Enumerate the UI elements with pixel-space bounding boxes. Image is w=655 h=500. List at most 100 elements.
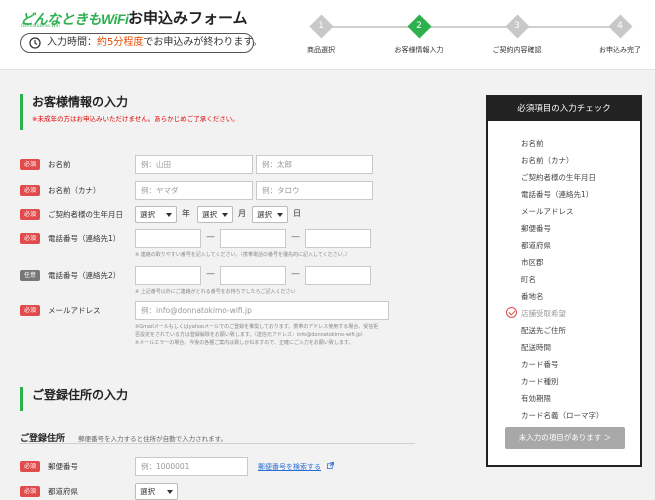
time-suffix: でお申込みが終わります。 <box>143 37 263 48</box>
email-note-3: ※メールエラーの場合、今後の各種ご案内は致しかねますので、正確にご入力をお願い致… <box>135 340 354 346</box>
required-badge: 必須 <box>20 461 40 472</box>
checklist-item[interactable]: メールアドレス <box>506 206 640 223</box>
checklist-item-label: カード名義（ローマ字） <box>521 411 604 420</box>
last-name-input[interactable]: 例：山田 <box>135 155 253 174</box>
checklist-item[interactable]: 配送時間 <box>506 342 640 359</box>
checklist-item-completed[interactable]: 店舗受取希望 <box>506 307 640 325</box>
clock-icon <box>29 37 41 49</box>
phone2-part1-input[interactable] <box>135 266 201 285</box>
prefecture-select[interactable]: 選択 <box>135 483 178 500</box>
checklist-item[interactable]: 都道府県 <box>506 240 640 257</box>
step-contract-confirm: 3 ご契約内容確認 <box>482 14 552 55</box>
phone1-part1-input[interactable] <box>135 229 201 248</box>
field-label: 郵便番号 <box>48 462 78 471</box>
checklist-item[interactable]: カード名義（ローマ字） <box>506 410 640 427</box>
checklist-item[interactable]: ご契約者様の生年月日 <box>506 172 640 189</box>
dash-separator: — <box>291 269 300 279</box>
page-header: どんなときもWiFi Donnatokimo WiFi お申込みフォーム 入力時… <box>0 0 655 70</box>
address-sub-note: 郵便番号を入力すると住所が自動で入力されます。 <box>78 435 227 443</box>
checklist-item[interactable]: 有効期限 <box>506 393 640 410</box>
phone2-note: ※ 上記番号以外にご連絡がとれる番号をお持ちでしたらご記入ください <box>135 289 296 295</box>
checklist-item-label: お名前 <box>521 139 544 148</box>
checklist-item[interactable]: 配送先ご住所 <box>506 325 640 342</box>
step-number: 2 <box>416 21 422 31</box>
last-name-kana-input[interactable]: 例：ヤマダ <box>135 181 253 200</box>
checklist-item[interactable]: カード種別 <box>506 376 640 393</box>
checklist-item[interactable]: 市区郡 <box>506 257 640 274</box>
required-badge: 必須 <box>20 233 40 244</box>
section-title: お客様情報の入力 <box>32 95 129 109</box>
field-label: お名前（カナ） <box>48 186 101 195</box>
address-sub-title: ご登録住所 <box>20 434 66 444</box>
first-name-kana-input[interactable]: 例：タロウ <box>256 181 373 200</box>
checklist-item[interactable]: 郵便番号 <box>506 223 640 240</box>
checklist-item-label: お名前（カナ） <box>521 156 574 165</box>
step-number: 1 <box>318 21 324 31</box>
dash-separator: — <box>206 232 215 242</box>
checklist-item-label: カード番号 <box>521 360 559 369</box>
step-complete: 4 お申込み完了 <box>585 14 655 55</box>
select-value: 選択 <box>202 210 217 219</box>
checklist-item[interactable]: 番地名 <box>506 291 640 308</box>
checklist-item-label: 郵便番号 <box>521 224 551 233</box>
time-highlight: 約5分程度 <box>97 37 144 48</box>
minor-warning: ※未成年の方はお申込みいただけません。あらかじめご了承ください。 <box>32 115 239 123</box>
checklist-item-label: 店舗受取希望 <box>521 309 566 318</box>
input-time-notice: 入力時間：約5分程度でお申込みが終わります。 <box>20 33 262 53</box>
field-label: 電話番号（連絡先1） <box>48 234 121 243</box>
checklist-item-label: 都道府県 <box>521 241 551 250</box>
progress-steps: 1 商品選択 2 お客様情報入力 3 ご契約内容確認 4 お申込み完了 <box>286 14 655 64</box>
chevron-down-icon <box>277 213 283 217</box>
email-note-2: 否設定をされている方は登録解除をお願い致します。（送信元アドレス：info@do… <box>135 332 366 338</box>
checklist-item[interactable]: 町名 <box>506 274 640 291</box>
checklist-item-label: 市区郡 <box>521 258 544 267</box>
select-value: 選択 <box>140 210 155 219</box>
required-badge: 必須 <box>20 209 40 220</box>
dash-separator: — <box>291 232 300 242</box>
checklist-item[interactable]: カード番号 <box>506 359 640 376</box>
chevron-down-icon <box>167 490 173 494</box>
field-label: お名前 <box>48 160 71 169</box>
checklist-item-label: 番地名 <box>521 292 544 301</box>
phone1-part3-input[interactable] <box>305 229 371 248</box>
dash-separator: — <box>206 269 215 279</box>
phone2-part3-input[interactable] <box>305 266 371 285</box>
phone1-note: ※ 連絡の取りやすい番号を記入してください。（携帯電話の番号を優先的に記入してく… <box>135 252 351 258</box>
postal-code-input[interactable]: 例：1000001 <box>135 457 248 476</box>
required-badge: 必須 <box>20 159 40 170</box>
phone1-part2-input[interactable] <box>220 229 286 248</box>
month-unit: 月 <box>238 209 246 218</box>
time-prefix: 入力時間： <box>47 37 97 48</box>
birth-year-select[interactable]: 選択 <box>135 206 177 223</box>
postal-search-link[interactable]: 郵便番号を検索する <box>258 462 321 472</box>
checklist-item-label: メールアドレス <box>521 207 574 216</box>
step-label: お申込み完了 <box>599 46 641 54</box>
checklist-item[interactable]: 電話番号（連絡先1） <box>506 189 640 206</box>
incomplete-items-button[interactable]: 未入力の項目があります ＞ <box>505 427 625 449</box>
phone2-part2-input[interactable] <box>220 266 286 285</box>
external-link-icon[interactable] <box>327 462 334 469</box>
birth-day-select[interactable]: 選択 <box>252 206 288 223</box>
checklist-item[interactable]: お名前 <box>506 138 640 155</box>
email-input[interactable]: 例：info@donnatokimo-wifi.jp <box>135 301 389 320</box>
step-label: 商品選択 <box>307 46 335 54</box>
step-label: ご契約内容確認 <box>492 46 542 54</box>
address-subheading: ご登録住所 郵便番号を入力すると住所が自動で入力されます。 <box>20 426 415 444</box>
step-label: お客様情報入力 <box>394 46 444 54</box>
first-name-input[interactable]: 例：太郎 <box>256 155 373 174</box>
checklist-item-label: 配送時間 <box>521 343 551 352</box>
step-number: 4 <box>617 21 623 31</box>
field-label: 都道府県 <box>48 487 78 496</box>
address-heading: ご登録住所の入力 <box>20 387 128 411</box>
field-label: ご契約者様の生年月日 <box>48 210 123 219</box>
checklist-item-label: 配送先ご住所 <box>521 326 566 335</box>
page-title: お申込みフォーム <box>128 9 248 27</box>
birth-month-select[interactable]: 選択 <box>197 206 233 223</box>
email-note-1: ※Gmailメールもしくはyahooメールでのご登録を推奨しております。携帯のア… <box>135 324 379 330</box>
checklist-item[interactable]: お名前（カナ） <box>506 155 640 172</box>
step-connector <box>321 26 619 28</box>
checklist-item-label: 町名 <box>521 275 536 284</box>
check-circle-icon <box>506 307 517 318</box>
checklist-item-label: ご契約者様の生年月日 <box>521 173 596 182</box>
day-unit: 日 <box>293 209 301 218</box>
